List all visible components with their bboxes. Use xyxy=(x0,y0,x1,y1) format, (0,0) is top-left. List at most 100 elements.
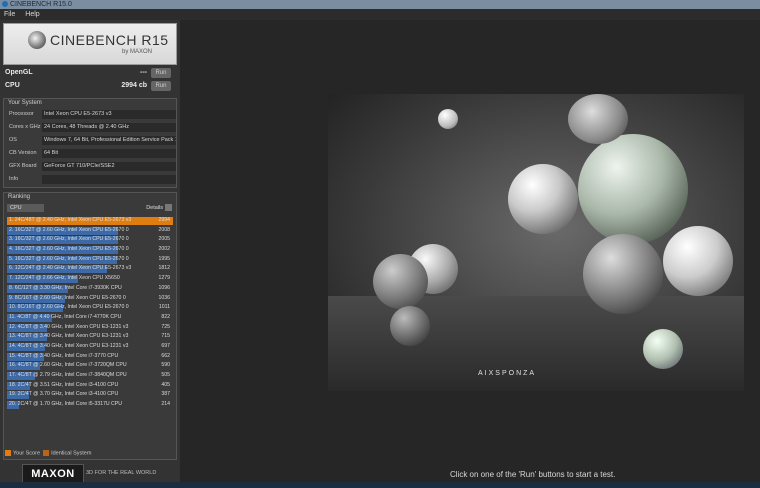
ranking-label: 14. 4C/8T @ 3.40 GHz, Intel Xeon CPU E3-… xyxy=(9,342,129,349)
cinebench-logo: CINEBENCH R15 by MAXON xyxy=(3,23,177,65)
ranking-label: 5. 16C/32T @ 2.60 GHz, Intel Xeon CPU E5… xyxy=(9,255,129,262)
ranking-score: 1096 xyxy=(158,284,170,291)
ranking-score: 2005 xyxy=(158,236,170,243)
render-sphere xyxy=(663,226,733,296)
menu-bar: File Help xyxy=(0,9,760,20)
ranking-row[interactable]: 11. 4C/8T @ 4.40 GHz, Intel Core i7-4770… xyxy=(7,313,173,323)
system-key: CB Version xyxy=(9,150,37,156)
legend-your-score: Your Score xyxy=(13,450,41,457)
system-value[interactable]: GeForce GT 710/PCIe/SSE2 xyxy=(42,162,176,171)
ranking-label: 13. 4C/8T @ 3.40 GHz, Intel Xeon CPU E3-… xyxy=(9,333,129,340)
ranking-score: 1995 xyxy=(158,255,170,262)
opengl-value: --- xyxy=(140,69,147,76)
ranking-row[interactable]: 12. 4C/8T @ 3.40 GHz, Intel Xeon CPU E3-… xyxy=(7,323,173,333)
taskbar xyxy=(0,482,760,488)
ranking-score: 1279 xyxy=(158,275,170,282)
ranking-label: 2. 16C/32T @ 2.60 GHz, Intel Xeon CPU E5… xyxy=(9,226,129,233)
your-system-panel: Your System Processor Intel Xeon CPU E5-2… xyxy=(3,98,177,188)
ranking-score: 1036 xyxy=(158,294,170,301)
ranking-row[interactable]: 1. 24C/48T @ 2.40 GHz, Intel Xeon CPU E5… xyxy=(7,216,173,226)
ranking-row[interactable]: 13. 4C/8T @ 3.40 GHz, Intel Xeon CPU E3-… xyxy=(7,332,173,342)
ranking-row[interactable]: 9. 8C/16T @ 2.60 GHz, Intel Xeon CPU E5-… xyxy=(7,294,173,304)
system-row: Info xyxy=(7,174,176,185)
logo-title: CINEBENCH R15 xyxy=(50,32,169,48)
cpu-value: 2994 cb xyxy=(121,82,147,89)
system-value[interactable]: 64 Bit xyxy=(42,149,176,158)
system-key: Cores x GHz xyxy=(9,124,41,130)
ranking-row[interactable]: 20. 2C/4T @ 1.70 GHz, Intel Core i5-3317… xyxy=(7,400,173,410)
ranking-label: 16. 4C/8T @ 2.60 GHz, Intel Core i7-3720… xyxy=(9,362,127,369)
ranking-row[interactable]: 14. 4C/8T @ 3.40 GHz, Intel Xeon CPU E3-… xyxy=(7,342,173,352)
left-panel: CINEBENCH R15 by MAXON OpenGL --- Run CP… xyxy=(0,20,180,488)
ranking-row[interactable]: 5. 16C/32T @ 2.60 GHz, Intel Xeon CPU E5… xyxy=(7,255,173,265)
legend: Your Score Identical System xyxy=(5,450,91,456)
ranking-score: 1812 xyxy=(158,265,170,272)
maxon-tagline: 3D FOR THE REAL WORLD xyxy=(86,470,157,476)
ranking-label: 18. 2C/4T @ 3.51 GHz, Intel Core i3-4100… xyxy=(9,381,119,388)
render-sphere xyxy=(390,306,430,346)
ranking-row[interactable]: 10. 8C/16T @ 2.60 GHz, Intel Xeon CPU E5… xyxy=(7,303,173,313)
system-row: CB Version 64 Bit xyxy=(7,148,176,159)
render-sphere xyxy=(508,164,578,234)
ranking-score: 590 xyxy=(161,362,170,369)
system-value[interactable]: Windows 7, 64 Bit, Professional Edition … xyxy=(42,136,176,145)
ranking-label: 12. 4C/8T @ 3.40 GHz, Intel Xeon CPU E3-… xyxy=(9,323,129,330)
render-preview: AIXSPONZA xyxy=(328,94,744,391)
ranking-score: 2008 xyxy=(158,226,170,233)
system-row: Processor Intel Xeon CPU E5-2673 v3 xyxy=(7,109,176,120)
opengl-label: OpenGL xyxy=(5,69,33,76)
maxon-logo: MAXON xyxy=(22,464,84,484)
ranking-label: 15. 4C/8T @ 3.40 GHz, Intel Core i7-3770… xyxy=(9,352,119,359)
ranking-label: 17. 4C/8T @ 2.79 GHz, Intel Core i7-3840… xyxy=(9,372,127,378)
ranking-score: 505 xyxy=(161,372,170,378)
ranking-row[interactable]: 18. 2C/4T @ 3.51 GHz, Intel Core i3-4100… xyxy=(7,381,173,391)
ranking-row[interactable]: 15. 4C/8T @ 3.40 GHz, Intel Core i7-3770… xyxy=(7,352,173,362)
ranking-score: 214 xyxy=(161,401,170,408)
render-sphere xyxy=(373,254,428,309)
ranking-row[interactable]: 17. 4C/8T @ 2.79 GHz, Intel Core i7-3840… xyxy=(7,371,173,381)
sphere-icon xyxy=(28,31,46,49)
ranking-row[interactable]: 2. 16C/32T @ 2.60 GHz, Intel Xeon CPU E5… xyxy=(7,226,173,236)
system-value[interactable] xyxy=(42,175,176,184)
ranking-row[interactable]: 4. 16C/32T @ 2.60 GHz, Intel Xeon CPU E5… xyxy=(7,245,173,255)
system-row: OS Windows 7, 64 Bit, Professional Editio… xyxy=(7,135,176,146)
your-score-swatch xyxy=(5,450,11,456)
ranking-title: Ranking xyxy=(8,194,31,200)
cpu-label: CPU xyxy=(5,82,20,89)
ranking-row[interactable]: 8. 6C/12T @ 3.30 GHz, Intel Core i7-3930… xyxy=(7,284,173,294)
system-value[interactable]: 24 Cores, 48 Threads @ 2.40 GHz xyxy=(42,123,176,132)
system-key: GFX Board xyxy=(9,163,37,169)
legend-identical: Identical System xyxy=(51,450,92,457)
system-row: Cores x GHz 24 Cores, 48 Threads @ 2.40 G… xyxy=(7,122,176,133)
menu-help[interactable]: Help xyxy=(25,11,39,18)
ranking-label: 20. 2C/4T @ 1.70 GHz, Intel Core i5-3317… xyxy=(9,401,123,408)
ranking-row[interactable]: 6. 12C/24T @ 2.40 GHz, Intel Xeon CPU E5… xyxy=(7,264,173,274)
aixsponza-watermark: AIXSPONZA xyxy=(478,370,537,377)
opengl-run-button[interactable]: Run xyxy=(151,68,171,78)
cpu-run-button[interactable]: Run xyxy=(151,81,171,91)
render-sphere xyxy=(643,329,683,369)
ranking-list: 1. 24C/48T @ 2.40 GHz, Intel Xeon CPU E5… xyxy=(7,216,173,410)
ranking-score: 697 xyxy=(161,342,170,349)
details-button[interactable]: Details xyxy=(146,204,172,212)
app-icon xyxy=(2,1,8,7)
opengl-score-row: OpenGL --- Run xyxy=(5,67,173,79)
ranking-label: 7. 12C/24T @ 2.66 GHz, Intel Xeon CPU X5… xyxy=(9,275,120,282)
details-label: Details xyxy=(146,205,163,211)
ranking-label: 9. 8C/16T @ 2.60 GHz, Intel Xeon CPU E5-… xyxy=(9,294,126,301)
system-value[interactable]: Intel Xeon CPU E5-2673 v3 xyxy=(42,110,176,119)
ranking-label: 10. 8C/16T @ 2.60 GHz, Intel Xeon CPU E5… xyxy=(9,304,129,311)
status-message: Click on one of the 'Run' buttons to sta… xyxy=(450,470,616,479)
ranking-label: 8. 6C/12T @ 3.30 GHz, Intel Core i7-3930… xyxy=(9,284,122,291)
ranking-label: 3. 16C/32T @ 2.60 GHz, Intel Xeon CPU E5… xyxy=(9,236,129,243)
ranking-row[interactable]: 7. 12C/24T @ 2.66 GHz, Intel Xeon CPU X5… xyxy=(7,274,173,284)
ranking-row[interactable]: 19. 2C/4T @ 3.70 GHz, Intel Core i3-4100… xyxy=(7,390,173,400)
ranking-score: 1011 xyxy=(158,304,170,311)
arrow-right-icon xyxy=(165,204,172,212)
ranking-score: 387 xyxy=(161,391,170,398)
ranking-select[interactable]: CPU xyxy=(7,204,44,212)
ranking-row[interactable]: 3. 16C/32T @ 2.60 GHz, Intel Xeon CPU E5… xyxy=(7,235,173,245)
ranking-label: 4. 16C/32T @ 2.60 GHz, Intel Xeon CPU E5… xyxy=(9,246,129,253)
menu-file[interactable]: File xyxy=(4,11,15,18)
ranking-row[interactable]: 16. 4C/8T @ 2.60 GHz, Intel Core i7-3720… xyxy=(7,361,173,371)
